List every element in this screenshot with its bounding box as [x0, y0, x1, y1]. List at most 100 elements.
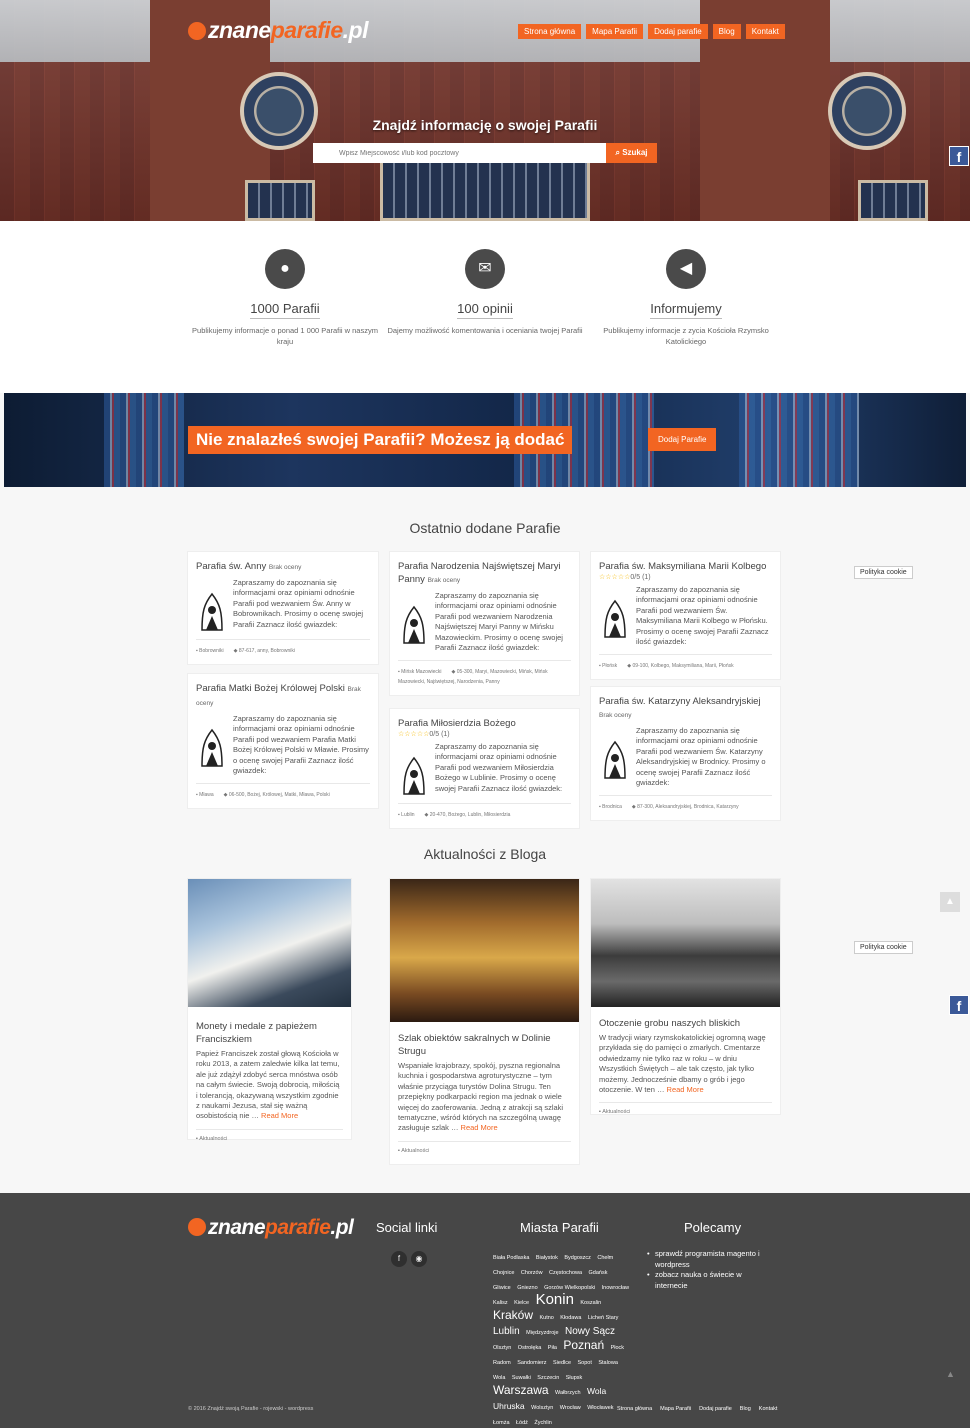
- city-tag[interactable]: Licheń Stary: [588, 1315, 619, 1321]
- city-tag[interactable]: Ostrołęka: [518, 1345, 542, 1351]
- city-tag[interactable]: Konin: [536, 1291, 574, 1308]
- parish-title-text[interactable]: Parafia Narodzenia Najświętszej Maryi Pa…: [398, 561, 561, 585]
- city-tag[interactable]: Chełm: [597, 1255, 613, 1261]
- parish-title[interactable]: Parafia Narodzenia Najświętszej Maryi Pa…: [398, 560, 571, 587]
- parish-title-text[interactable]: Parafia św. Katarzyny Aleksandryjskiej: [599, 696, 761, 707]
- cookie-policy-button[interactable]: Polityka cookie: [854, 566, 913, 579]
- city-tag[interactable]: Żychlin: [534, 1420, 551, 1426]
- nav-home[interactable]: Strona główna: [518, 24, 582, 39]
- nav-contact[interactable]: Kontakt: [745, 24, 785, 39]
- city-tag[interactable]: Słupsk: [566, 1375, 583, 1381]
- search-input[interactable]: [313, 143, 606, 163]
- city-tag[interactable]: Biała Podlaska: [493, 1255, 529, 1261]
- post-category[interactable]: Aktualności: [199, 1136, 227, 1142]
- post-image-cemetery[interactable]: [591, 879, 780, 1007]
- city-tag[interactable]: Wrocław: [560, 1405, 581, 1411]
- parish-tags[interactable]: 87-300, Aleksandryjskiej, Brodnica, Kata…: [637, 804, 738, 810]
- city-tag[interactable]: Gdańsk: [589, 1270, 608, 1276]
- city-tag[interactable]: Gliwice: [493, 1285, 511, 1291]
- stars-icon[interactable]: ☆☆☆☆☆: [599, 574, 630, 581]
- post-title[interactable]: Szlak obiektów sakralnych w Dolinie Stru…: [398, 1032, 571, 1058]
- parish-title[interactable]: Parafia św. Maksymiliana Marii Kolbego: [599, 560, 772, 573]
- blog-post[interactable]: Otoczenie grobu naszych bliskich W trady…: [590, 878, 781, 1115]
- parish-title[interactable]: Parafia św. Katarzyny Aleksandryjskiej B…: [599, 695, 772, 722]
- parish-title[interactable]: Parafia Matki Bożej Królowej Polski Brak…: [196, 682, 370, 710]
- post-title[interactable]: Otoczenie grobu naszych bliskich: [599, 1017, 772, 1030]
- rss-icon[interactable]: ◉: [411, 1251, 427, 1267]
- facebook-icon[interactable]: f: [391, 1251, 407, 1267]
- city-tag[interactable]: Włocławek: [587, 1405, 613, 1411]
- facebook-icon[interactable]: f: [949, 995, 969, 1015]
- parish-tags[interactable]: 87-617, anny, Bobrowniki: [239, 648, 295, 654]
- cookie-policy-button[interactable]: Polityka cookie: [854, 941, 913, 954]
- city-tag[interactable]: Międzyzdroje: [526, 1330, 558, 1336]
- recommend-link[interactable]: sprawdź programista magento i wordpress: [645, 1249, 775, 1270]
- city-tag[interactable]: Poznań: [563, 1338, 604, 1352]
- stars-icon[interactable]: ☆☆☆☆☆: [398, 731, 429, 738]
- city-tag[interactable]: Radom: [493, 1360, 511, 1366]
- parish-title[interactable]: Parafia św. Anny Brak oceny: [196, 560, 370, 574]
- city-tag[interactable]: Białystok: [536, 1255, 558, 1261]
- parish-title[interactable]: Parafia Miłosierdzia Bożego: [398, 717, 571, 730]
- city-tag[interactable]: Częstochowa: [549, 1270, 582, 1276]
- city-tag[interactable]: Warszawa: [493, 1383, 549, 1397]
- parish-card[interactable]: Parafia św. Katarzyny Aleksandryjskiej B…: [590, 686, 781, 822]
- footer-nav-map[interactable]: Mapa Parafii: [660, 1406, 691, 1412]
- post-category[interactable]: Aktualności: [401, 1148, 429, 1154]
- city-tag[interactable]: Olsztyn: [493, 1345, 511, 1351]
- nav-blog[interactable]: Blog: [712, 24, 741, 39]
- add-parish-button[interactable]: Dodaj Parafie: [648, 428, 717, 451]
- footer-nav-home[interactable]: Strona główna: [617, 1406, 652, 1412]
- city-tag[interactable]: Sopot: [578, 1360, 592, 1366]
- city-tag[interactable]: Łomża: [493, 1420, 510, 1426]
- city-tag[interactable]: Wolsztyn: [531, 1405, 553, 1411]
- city-tag[interactable]: Szczecin: [537, 1375, 559, 1381]
- star-rating[interactable]: ☆☆☆☆☆0/5 (1): [599, 573, 772, 581]
- city-tag[interactable]: Nowy Sącz: [565, 1326, 615, 1337]
- city-tag[interactable]: Płock: [611, 1345, 624, 1351]
- city-tag[interactable]: Siedlce: [553, 1360, 571, 1366]
- footer-logo[interactable]: znaneparafie.pl: [188, 1216, 354, 1240]
- post-title[interactable]: Monety i medale z papieżem Franciszkiem: [196, 1020, 343, 1046]
- city-tag[interactable]: Suwałki: [512, 1375, 531, 1381]
- city-tag[interactable]: Bydgoszcz: [564, 1255, 591, 1261]
- parish-title-text[interactable]: Parafia Miłosierdzia Bożego: [398, 718, 516, 729]
- parish-card[interactable]: Parafia Narodzenia Najświętszej Maryi Pa…: [389, 551, 580, 697]
- post-image-pope[interactable]: [188, 879, 351, 1007]
- site-logo[interactable]: znaneparafie.pl: [188, 17, 368, 44]
- parish-category[interactable]: Mława: [199, 792, 213, 798]
- parish-tags[interactable]: 20-470, Bożego, Lublin, Miłosierdzia: [430, 812, 511, 818]
- parish-category[interactable]: Lublin: [401, 812, 414, 818]
- city-tag[interactable]: Gniezno: [517, 1285, 538, 1291]
- parish-card[interactable]: Parafia Matki Bożej Królowej Polski Brak…: [187, 673, 379, 810]
- star-rating[interactable]: ☆☆☆☆☆0/5 (1): [398, 730, 571, 738]
- parish-title-text[interactable]: Parafia Matki Bożej Królowej Polski: [196, 683, 345, 694]
- parish-category[interactable]: Mińsk Mazowiecki: [401, 669, 441, 675]
- blog-post[interactable]: Monety i medale z papieżem Franciszkiem …: [187, 878, 352, 1142]
- city-tag[interactable]: Kielce: [514, 1300, 529, 1306]
- parish-category[interactable]: Bobrowniki: [199, 648, 223, 654]
- blog-post[interactable]: Szlak obiektów sakralnych w Dolinie Stru…: [389, 878, 580, 1165]
- parish-card[interactable]: Parafia Miłosierdzia Bożego ☆☆☆☆☆0/5 (1) Z…: [389, 708, 580, 829]
- arrow-up-icon[interactable]: ▲: [946, 1369, 955, 1379]
- city-tag[interactable]: Lublin: [493, 1326, 520, 1337]
- footer-nav-contact[interactable]: Kontakt: [759, 1406, 778, 1412]
- city-tag[interactable]: Koszalin: [580, 1300, 601, 1306]
- city-tag[interactable]: Piła: [548, 1345, 557, 1351]
- parish-title-text[interactable]: Parafia św. Maksymiliana Marii Kolbego: [599, 561, 766, 572]
- footer-nav-add[interactable]: Dodaj parafie: [699, 1406, 732, 1412]
- parish-category[interactable]: Płońsk: [602, 663, 617, 669]
- footer-nav-blog[interactable]: Blog: [740, 1406, 751, 1412]
- parish-card[interactable]: Parafia św. Anny Brak oceny Zapraszamy do…: [187, 551, 379, 665]
- city-tag[interactable]: Kraków: [493, 1308, 533, 1322]
- post-image-church-interior[interactable]: [390, 879, 579, 1022]
- city-tag[interactable]: Łódź: [516, 1420, 528, 1426]
- read-more-link[interactable]: Read More: [461, 1123, 498, 1132]
- city-tag[interactable]: Chojnice: [493, 1270, 514, 1276]
- parish-tags[interactable]: 09-100, Kolbego, Maksymiliana, Marii, Pł…: [632, 663, 733, 669]
- recommend-link[interactable]: zobacz nauka o świecie w internecie: [645, 1270, 775, 1291]
- nav-add-parish[interactable]: Dodaj parafie: [648, 24, 708, 39]
- city-tag[interactable]: Chorzów: [521, 1270, 543, 1276]
- parish-category[interactable]: Brodnica: [602, 804, 622, 810]
- city-tag[interactable]: Kalisz: [493, 1300, 508, 1306]
